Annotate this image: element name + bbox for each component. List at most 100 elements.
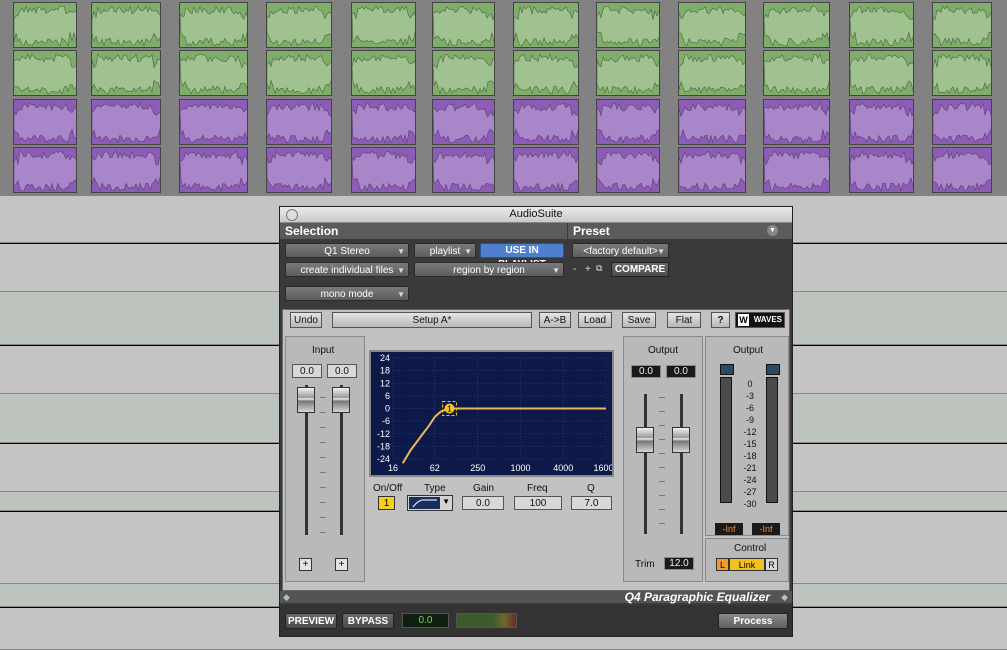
file-mode-dropdown[interactable]: create individual files ▼ bbox=[285, 262, 409, 277]
audio-region[interactable] bbox=[351, 2, 416, 48]
preview-button[interactable]: PREVIEW bbox=[285, 613, 337, 629]
audio-region[interactable] bbox=[351, 50, 416, 96]
audio-region[interactable] bbox=[513, 99, 579, 145]
audio-region[interactable] bbox=[763, 50, 830, 96]
audio-region[interactable] bbox=[13, 2, 77, 48]
audio-region[interactable] bbox=[596, 2, 660, 48]
output-right-value[interactable]: 0.0 bbox=[666, 365, 696, 378]
audio-region[interactable] bbox=[91, 50, 161, 96]
audio-region[interactable] bbox=[266, 99, 332, 145]
audio-region[interactable] bbox=[678, 2, 746, 48]
audio-region[interactable] bbox=[932, 99, 992, 145]
audio-region[interactable] bbox=[91, 2, 161, 48]
input-left-fader[interactable] bbox=[297, 387, 315, 413]
q-value[interactable]: 7.0 bbox=[571, 496, 612, 510]
use-in-playlist-button[interactable]: USE IN PLAYLIST bbox=[480, 243, 564, 258]
input-left-plus-button[interactable]: + bbox=[299, 558, 312, 571]
clip-indicator-left[interactable] bbox=[720, 364, 734, 375]
audio-region[interactable] bbox=[678, 147, 746, 193]
output-left-value[interactable]: 0.0 bbox=[631, 365, 661, 378]
close-icon[interactable] bbox=[286, 209, 298, 221]
input-right-plus-button[interactable]: + bbox=[335, 558, 348, 571]
left-peak-readout[interactable]: -Inf bbox=[715, 523, 743, 535]
copy-icon[interactable]: ⧉ bbox=[596, 263, 602, 274]
audio-region[interactable] bbox=[596, 99, 660, 145]
help-button[interactable]: ? bbox=[711, 312, 730, 328]
audio-region[interactable] bbox=[432, 99, 495, 145]
audio-region[interactable] bbox=[513, 147, 579, 193]
track-select-dropdown[interactable]: Q1 Stereo ▼ bbox=[285, 243, 409, 258]
control-r-button[interactable]: R bbox=[765, 558, 778, 571]
band-onoff-button[interactable]: 1 bbox=[378, 496, 395, 510]
audio-region[interactable] bbox=[13, 99, 77, 145]
input-label: Input bbox=[312, 345, 334, 356]
meter-scale-label: -6 bbox=[736, 403, 764, 413]
audio-region[interactable] bbox=[351, 147, 416, 193]
audio-region[interactable] bbox=[596, 147, 660, 193]
input-right-fader[interactable] bbox=[332, 387, 350, 413]
preset-dropdown[interactable]: <factory default> ▼ bbox=[572, 243, 669, 258]
right-peak-readout[interactable]: -Inf bbox=[752, 523, 780, 535]
undo-button[interactable]: Undo bbox=[290, 312, 322, 328]
input-left-value[interactable]: 0.0 bbox=[292, 364, 322, 378]
gain-value[interactable]: 0.0 bbox=[462, 496, 504, 510]
trim-value[interactable]: 12.0 bbox=[664, 557, 694, 570]
audio-region[interactable] bbox=[91, 99, 161, 145]
preset-menu-icon[interactable]: ▼ bbox=[767, 225, 778, 236]
channel-mode-dropdown[interactable]: mono mode ▼ bbox=[285, 286, 409, 301]
flat-button[interactable]: Flat bbox=[667, 312, 701, 328]
audio-region[interactable] bbox=[596, 50, 660, 96]
audio-region[interactable] bbox=[678, 99, 746, 145]
audio-region[interactable] bbox=[932, 50, 992, 96]
output-left-fader[interactable] bbox=[636, 427, 654, 453]
control-link-button[interactable]: Link bbox=[729, 558, 765, 571]
audio-region[interactable] bbox=[513, 2, 579, 48]
audio-region[interactable] bbox=[91, 147, 161, 193]
preset-plus-button[interactable]: + bbox=[585, 264, 591, 275]
audio-region[interactable] bbox=[432, 2, 495, 48]
audio-region[interactable] bbox=[513, 50, 579, 96]
audio-region[interactable] bbox=[351, 99, 416, 145]
control-l-button[interactable]: L bbox=[716, 558, 729, 571]
save-button[interactable]: Save bbox=[622, 312, 656, 328]
audio-region[interactable] bbox=[932, 147, 992, 193]
level-readout[interactable]: 0.0 bbox=[402, 613, 449, 628]
audio-region[interactable] bbox=[849, 2, 914, 48]
audio-region[interactable] bbox=[763, 147, 830, 193]
compare-button[interactable]: COMPARE bbox=[611, 262, 669, 277]
audio-region[interactable] bbox=[13, 147, 77, 193]
setup-button[interactable]: Setup A* bbox=[332, 312, 532, 328]
audio-region[interactable] bbox=[432, 50, 495, 96]
load-button[interactable]: Load bbox=[578, 312, 612, 328]
audio-region[interactable] bbox=[13, 50, 77, 96]
bypass-button[interactable]: BYPASS bbox=[342, 613, 394, 629]
audio-region[interactable] bbox=[678, 50, 746, 96]
a-to-b-button[interactable]: A->B bbox=[539, 312, 571, 328]
audio-region[interactable] bbox=[849, 99, 914, 145]
audio-region[interactable] bbox=[849, 50, 914, 96]
band-type-selector[interactable]: ▼ bbox=[407, 495, 453, 511]
preset-minus-button[interactable]: - bbox=[573, 264, 576, 275]
input-right-value[interactable]: 0.0 bbox=[327, 364, 357, 378]
audio-region[interactable] bbox=[179, 50, 248, 96]
audio-region[interactable] bbox=[432, 147, 495, 193]
audio-region[interactable] bbox=[266, 147, 332, 193]
process-button[interactable]: Process bbox=[718, 613, 788, 629]
audio-region[interactable] bbox=[849, 147, 914, 193]
process-mode-dropdown[interactable]: region by region ▼ bbox=[414, 262, 564, 277]
audio-region[interactable] bbox=[763, 2, 830, 48]
audio-region[interactable] bbox=[266, 2, 332, 48]
waveform bbox=[850, 148, 913, 192]
audio-region[interactable] bbox=[179, 2, 248, 48]
audio-region[interactable] bbox=[266, 50, 332, 96]
playlist-dropdown[interactable]: playlist ▼ bbox=[414, 243, 476, 258]
eq-graph[interactable]: 24181260-6-12-18-24166225010004000160001 bbox=[369, 350, 614, 477]
title-bar[interactable]: AudioSuite bbox=[280, 207, 792, 223]
output-right-fader[interactable] bbox=[672, 427, 690, 453]
audio-region[interactable] bbox=[179, 147, 248, 193]
clip-indicator-right[interactable] bbox=[766, 364, 780, 375]
audio-region[interactable] bbox=[763, 99, 830, 145]
freq-value[interactable]: 100 bbox=[514, 496, 562, 510]
audio-region[interactable] bbox=[179, 99, 248, 145]
audio-region[interactable] bbox=[932, 2, 992, 48]
